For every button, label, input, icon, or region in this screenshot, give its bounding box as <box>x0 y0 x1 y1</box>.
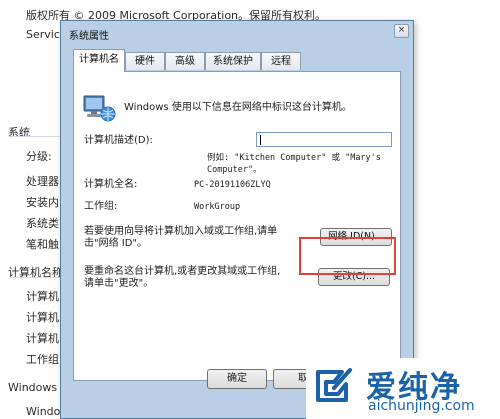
computer-row: 计算机 <box>26 332 59 345</box>
full-name-label: 计算机全名: <box>84 179 138 190</box>
tab-computer-name[interactable]: 计算机名 <box>73 49 125 72</box>
windows-heading: Windows <box>8 381 58 394</box>
system-heading: 系统 <box>8 126 30 139</box>
workgroup-label: 工作组: <box>84 201 118 212</box>
system-row: 系统类 <box>26 217 59 230</box>
intro-text: Windows 使用以下信息在网络中标识这台计算机。 <box>124 102 352 113</box>
tab-system-protection[interactable]: 系统保护 <box>205 52 261 70</box>
network-id-hint-continued: 击"网络 ID"。 <box>84 238 148 249</box>
watermark-text-en: aichunjing.com <box>368 398 475 414</box>
system-row: 笔和触 <box>26 238 59 251</box>
example-text-continued: Computer"。 <box>207 165 262 175</box>
rename-hint-continued: 请单击"更改"。 <box>84 278 154 289</box>
watermark: 爱纯净 aichunjing.com <box>306 358 500 419</box>
watermark-logo-icon <box>316 368 352 402</box>
divider <box>10 136 65 137</box>
text-caret <box>260 135 261 145</box>
change-button-highlight <box>299 237 396 275</box>
tab-advanced[interactable]: 高级 <box>165 52 205 70</box>
dialog-title: 系统属性 <box>69 31 109 42</box>
computer-row: 计算机 <box>26 290 59 303</box>
tab-remote[interactable]: 远程 <box>261 52 301 70</box>
computer-row: 工作组: <box>26 353 63 366</box>
description-label: 计算机描述(D): <box>84 135 153 146</box>
ok-button[interactable]: 确定 <box>207 369 267 389</box>
divider <box>10 277 65 278</box>
full-name-value: PC-20191106ZLYQ <box>194 180 271 190</box>
system-row: 分级: <box>26 150 52 163</box>
computer-name-panel: Windows 使用以下信息在网络中标识这台计算机。 计算机描述(D): 例如:… <box>73 71 401 381</box>
tab-hardware[interactable]: 硬件 <box>125 52 165 70</box>
system-row: 处理器: <box>26 175 63 188</box>
computer-row: 计算机 <box>26 311 59 324</box>
computer-description-input[interactable] <box>256 132 392 147</box>
computer-network-icon <box>83 95 116 122</box>
system-row: 安装内 <box>26 196 59 209</box>
workgroup-value: WorkGroup <box>194 202 241 212</box>
tab-bar: 计算机名 硬件 高级 系统保护 远程 <box>73 49 403 72</box>
close-button[interactable]: × <box>394 24 409 38</box>
